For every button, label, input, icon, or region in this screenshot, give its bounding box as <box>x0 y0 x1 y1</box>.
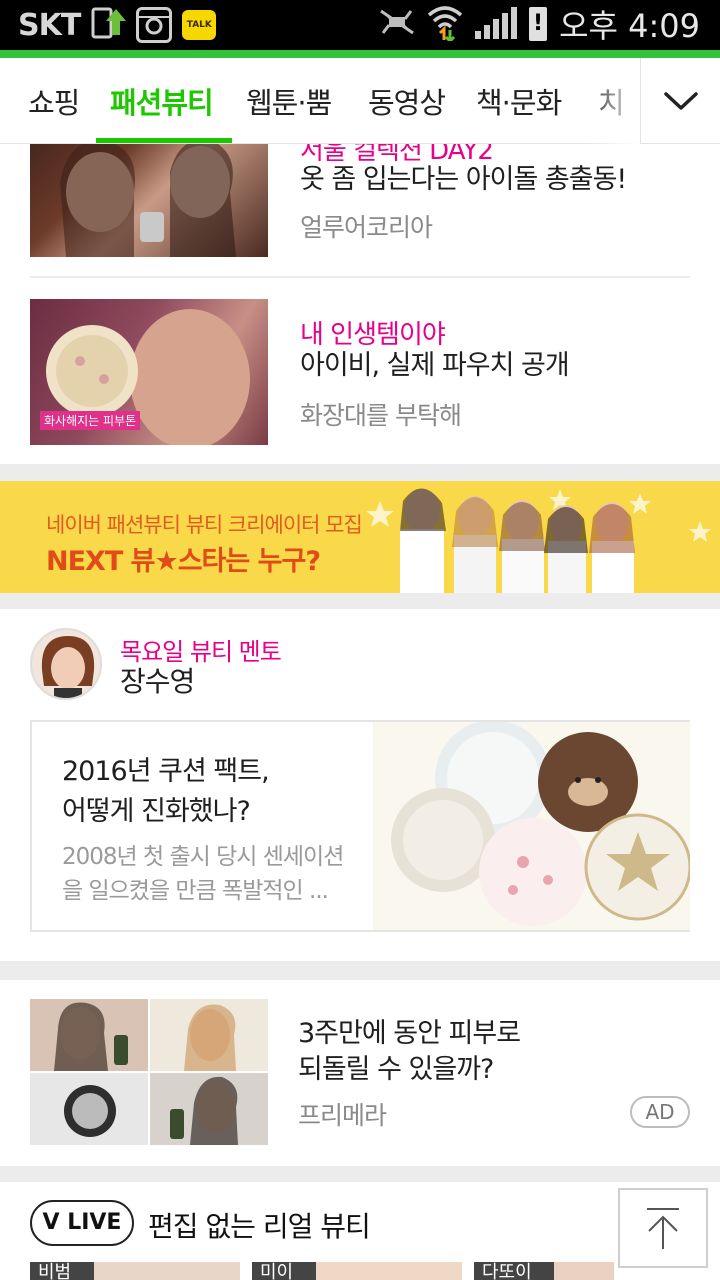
feature-title: 2016년 쿠션 팩트, 어떻게 진화했나? <box>62 752 270 832</box>
tab-webtoon[interactable]: 웹툰·뿜 <box>246 80 332 122</box>
feature-title-line-2: 어떻게 진화했나? <box>62 796 251 827</box>
category-tab-bar: 쇼핑 패션뷰티 웹툰·뿜 동영상 책·문화 치 <box>0 58 720 144</box>
ad-badge: AD <box>630 1096 690 1128</box>
status-left: SKT TALK <box>18 5 217 45</box>
video-thumbnail[interactable]: 비범 <box>30 1262 240 1280</box>
creator-recruit-banner[interactable]: 네이버 패션뷰티 뷰티 크리에이터 모집 NEXT 뷰★스타는 누구? <box>0 481 720 593</box>
article-list: 서울 컬렉션 DAY2 옷 좀 입는다는 아이돌 총출동! 얼루어코리아 화사해… <box>0 112 720 464</box>
signal-icon <box>475 7 518 39</box>
ad-thumbnail[interactable] <box>30 999 268 1145</box>
chevron-down-icon <box>663 92 698 110</box>
mentor-feature-card[interactable]: 2016년 쿠션 팩트, 어떻게 진화했나? 2008년 첫 출시 당시 센세이… <box>30 720 690 932</box>
video-thumbnail[interactable]: 다또이 <box>474 1262 614 1280</box>
clock: 오후 4:09 <box>559 7 700 45</box>
tab-fade <box>585 58 640 144</box>
feature-desc-line-1: 2008년 첫 출시 당시 센세이션 <box>62 844 344 870</box>
video-label: 미이 <box>252 1262 316 1280</box>
thumbnail-caption: 화사해지는 피부톤 <box>40 411 141 430</box>
article-title[interactable]: 아이비, 실제 파우치 공개 <box>300 348 570 384</box>
instagram-icon <box>136 7 173 43</box>
scroll-to-top-button[interactable] <box>618 1188 708 1268</box>
active-tab-indicator <box>96 138 232 143</box>
status-right: ! 오후 4:09 <box>379 3 700 45</box>
divider <box>30 276 690 278</box>
arrow-up-icon <box>647 1208 679 1249</box>
tab-list: 쇼핑 패션뷰티 웹툰·뿜 동영상 책·문화 치 <box>0 58 640 144</box>
ad-title-line-1: 3주만에 동안 피부로 <box>298 1018 521 1049</box>
nfc-icon <box>379 7 415 41</box>
article-source: 화장대를 부탁해 <box>300 401 462 430</box>
banner-title: NEXT 뷰★스타는 누구? <box>46 546 321 577</box>
cushion-compacts-photo-icon <box>391 722 690 926</box>
feature-title-line-1: 2016년 쿠션 팩트, <box>62 756 270 787</box>
mentor-kicker: 목요일 뷰티 멘토 <box>120 638 282 666</box>
tab-fashion-beauty[interactable]: 패션뷰티 <box>110 80 214 122</box>
avatar[interactable] <box>30 628 102 700</box>
ad-title-line-2: 되돌릴 수 있을까? <box>298 1054 494 1085</box>
vlive-pill[interactable]: V LIVE <box>30 1200 134 1246</box>
feature-description: 2008년 첫 출시 당시 센세이션 을 일으켰을 만큼 폭발적인 ... <box>62 840 344 908</box>
article-source: 얼루어코리아 <box>300 213 433 242</box>
status-bar: SKT TALK ! 오후 4:09 <box>0 0 720 58</box>
ad-title[interactable]: 3주만에 동안 피부로 되돌릴 수 있을까? <box>298 1016 521 1088</box>
feature-desc-line-2: 을 일으켰을 만큼 폭발적인 ... <box>62 878 329 904</box>
tab-video[interactable]: 동영상 <box>368 80 446 122</box>
video-label: 비범 <box>30 1262 94 1280</box>
vlive-section-title[interactable]: 편집 없는 리얼 뷰티 <box>148 1205 371 1245</box>
article-title[interactable]: 옷 좀 입는다는 아이돌 총출동! <box>300 162 627 198</box>
wifi-icon <box>427 3 463 45</box>
tab-shopping[interactable]: 쇼핑 <box>28 80 80 122</box>
video-thumbnail[interactable]: 미이 <box>252 1262 462 1280</box>
mentor-name[interactable]: 장수영 <box>120 664 195 700</box>
carrier-label: SKT <box>18 7 81 43</box>
upload-icon <box>90 5 127 45</box>
banner-subtitle: 네이버 패션뷰티 뷰티 크리에이터 모집 <box>46 513 363 537</box>
ad-photo-grid-icon <box>30 999 268 1145</box>
video-label: 다또이 <box>474 1262 554 1280</box>
feature-thumbnail <box>373 722 690 930</box>
expand-tabs-button[interactable] <box>640 58 720 144</box>
article-thumbnail[interactable]: 화사해지는 피부톤 <box>30 299 268 445</box>
status-accent-bar <box>0 50 720 58</box>
kakaotalk-icon: TALK <box>182 10 217 40</box>
battery-icon: ! <box>529 7 548 41</box>
creators-group-photo <box>400 488 635 593</box>
tab-books-culture[interactable]: 책·문화 <box>476 80 562 122</box>
screen: SKT TALK ! 오후 4:09 서울 컬렉션 DAY2 옷 좀 입는다는 … <box>0 0 720 1280</box>
ad-source: 프리메라 <box>298 1101 387 1130</box>
article-kicker: 내 인생템이야 <box>300 320 446 350</box>
